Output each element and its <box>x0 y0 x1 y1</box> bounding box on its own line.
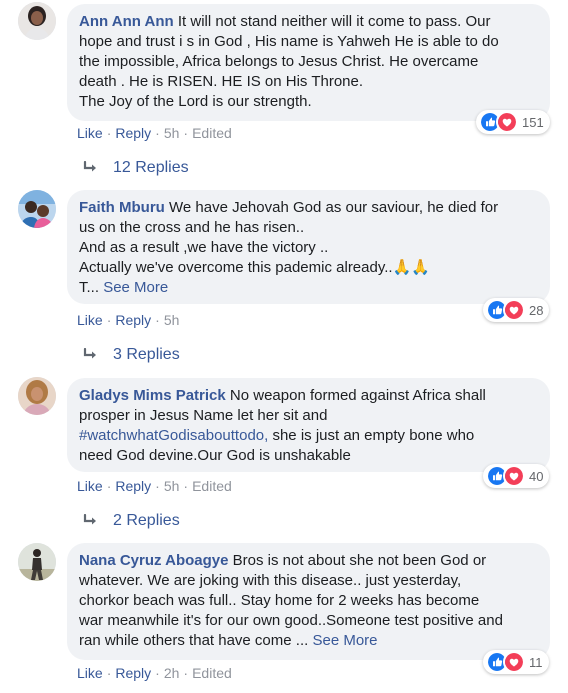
reply-button[interactable]: Reply <box>115 312 151 328</box>
comment-text-line: the impossible, Africa belongs to Jesus … <box>79 53 479 70</box>
love-reaction-icon <box>503 299 525 321</box>
comment-actions: Like · Reply · 5h · Edited <box>77 478 232 494</box>
like-button[interactable]: Like <box>77 478 103 494</box>
avatar[interactable] <box>18 377 56 415</box>
comment-actions: Like · Reply · 5h <box>77 312 180 328</box>
comment-text-line: prosper in Jesus Name let her sit and <box>79 407 328 424</box>
comment-text-line: war meanwhile it's for our own good..Som… <box>79 612 503 629</box>
comment-author[interactable]: Faith Mburu <box>79 199 165 216</box>
comment-text-line: Bros is not about she not been God or <box>232 552 487 569</box>
hashtag-link[interactable]: #watchwhatGodisabouttodo, <box>79 427 268 444</box>
comment-text-line: death . He is RISEN. HE IS on His Throne… <box>79 73 364 90</box>
avatar[interactable] <box>18 2 56 40</box>
love-reaction-icon <box>503 465 525 487</box>
replies-count-label: 2 Replies <box>113 512 180 529</box>
edited-label[interactable]: Edited <box>192 125 232 141</box>
replies-count-label: 3 Replies <box>113 346 180 363</box>
comment-actions: Like · Reply · 5h · Edited <box>77 125 232 141</box>
love-reaction-icon <box>496 111 518 133</box>
comment-text-line: Actually we've overcome this pademic alr… <box>79 259 430 276</box>
avatar[interactable] <box>18 543 56 581</box>
view-replies-link[interactable]: 12 Replies <box>83 159 189 177</box>
reaction-summary[interactable]: 28 <box>483 298 550 322</box>
comment-text-line: We have Jehovah God as our saviour, he d… <box>169 199 499 216</box>
like-button[interactable]: Like <box>77 665 103 681</box>
reply-arrow-icon <box>83 161 99 175</box>
comment-text-line: us on the cross and he has risen.. <box>79 219 305 236</box>
reply-button[interactable]: Reply <box>115 665 151 681</box>
reply-button[interactable]: Reply <box>115 478 151 494</box>
love-reaction-icon <box>503 651 525 673</box>
comment-text-line: whatever. We are joking with this diseas… <box>79 572 462 589</box>
comment-text-line: It will not stand neither will it come t… <box>177 13 491 30</box>
comment-bubble: Faith Mburu We have Jehovah God as our s… <box>67 190 550 304</box>
reaction-summary[interactable]: 11 <box>483 650 549 674</box>
see-more-link[interactable]: See More <box>312 632 377 649</box>
comment-text-line: chorkor beach was full.. Stay home for 2… <box>79 592 480 609</box>
comment-text-line: No weapon formed against Africa shall <box>229 387 486 404</box>
comment-text-line: The Joy of the Lord is our strength. <box>79 93 312 110</box>
comment-author[interactable]: Nana Cyruz Aboagye <box>79 552 228 569</box>
like-button[interactable]: Like <box>77 312 103 328</box>
reaction-count: 11 <box>529 654 543 670</box>
replies-count-label: 12 Replies <box>113 159 189 176</box>
avatar[interactable] <box>18 190 56 228</box>
comment-bubble: Gladys Mims Patrick No weapon formed aga… <box>67 378 550 472</box>
edited-label[interactable]: Edited <box>192 665 232 681</box>
reply-arrow-icon <box>83 348 99 362</box>
see-more-link[interactable]: See More <box>103 279 168 296</box>
comment-timestamp[interactable]: 5h <box>164 312 180 328</box>
comment-bubble: Nana Cyruz Aboagye Bros is not about she… <box>67 543 550 660</box>
comment-bubble: Ann Ann Ann It will not stand neither wi… <box>67 4 550 121</box>
comment-text-line: ran while others that have come ... <box>79 632 309 649</box>
view-replies-link[interactable]: 2 Replies <box>83 512 180 530</box>
reply-arrow-icon <box>83 514 99 528</box>
reaction-count: 151 <box>522 114 544 130</box>
view-replies-link[interactable]: 3 Replies <box>83 346 180 364</box>
reaction-count: 40 <box>529 468 544 484</box>
comment-text-line: hope and trust i s in God , His name is … <box>79 33 499 50</box>
reaction-count: 28 <box>529 302 544 318</box>
comment-author[interactable]: Gladys Mims Patrick <box>79 387 226 404</box>
comment-actions: Like · Reply · 2h · Edited <box>77 665 232 681</box>
comment-text-line: she is just an empty bone who <box>272 427 475 444</box>
edited-label[interactable]: Edited <box>192 478 232 494</box>
comment-text-line: T... <box>79 279 100 296</box>
comment-timestamp[interactable]: 5h <box>164 125 180 141</box>
comment-timestamp[interactable]: 2h <box>164 665 180 681</box>
reaction-summary[interactable]: 40 <box>483 464 550 488</box>
comment-author[interactable]: Ann Ann Ann <box>79 13 174 30</box>
comment-text-line: need God devine.Our God is unshakable <box>79 447 351 464</box>
like-button[interactable]: Like <box>77 125 103 141</box>
reply-button[interactable]: Reply <box>115 125 151 141</box>
comment-timestamp[interactable]: 5h <box>164 478 180 494</box>
comment-text-line: And as a result ,we have the victory .. <box>79 239 329 256</box>
reaction-summary[interactable]: 151 <box>476 110 550 134</box>
